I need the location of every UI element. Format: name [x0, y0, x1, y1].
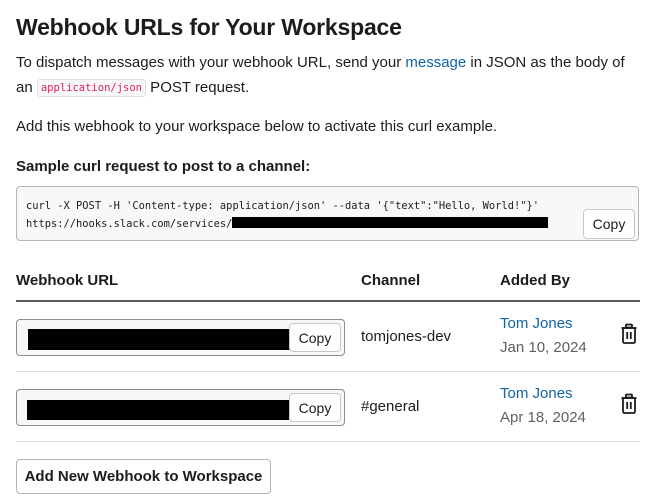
message-link[interactable]: message: [405, 54, 466, 71]
intro-text: To dispatch messages with your webhook U…: [16, 50, 640, 101]
intro-text-start: To dispatch messages with your webhook U…: [16, 54, 406, 71]
redacted-webhook-path: [232, 217, 549, 228]
intro-text-end: POST request.: [146, 79, 250, 96]
table-row: Copy #general Tom Jones Apr 18, 2024: [16, 372, 640, 442]
copy-webhook-url-button[interactable]: Copy: [289, 393, 341, 422]
added-by-user-link[interactable]: Tom Jones: [500, 383, 573, 405]
channel-name: tomjones-dev: [361, 328, 452, 345]
added-date: Apr 18, 2024: [500, 409, 586, 426]
column-header-channel: Channel: [361, 272, 421, 289]
sample-curl-code-block: curl -X POST -H 'Content-type: applicati…: [16, 186, 639, 241]
table-row: Copy tomjones-dev Tom Jones Jan 10, 2024: [16, 302, 640, 372]
added-by-user-link[interactable]: Tom Jones: [500, 313, 573, 335]
curl-line-2-prefix: https://hooks.slack.com/services/: [26, 218, 233, 230]
added-date: Jan 10, 2024: [500, 339, 587, 356]
activate-note: Add this webhook to your workspace below…: [16, 118, 498, 135]
copy-curl-button[interactable]: Copy: [583, 209, 635, 239]
content-type-code: application/json: [36, 79, 147, 97]
column-header-added-by: Added By: [500, 272, 571, 289]
curl-code-text: curl -X POST -H 'Content-type: applicati…: [26, 197, 549, 233]
redacted-webhook-url: [28, 329, 290, 350]
sample-curl-label: Sample curl request to post to a channel…: [16, 158, 311, 175]
page-title: Webhook URLs for Your Workspace: [16, 14, 402, 40]
webhook-url-field[interactable]: Copy: [16, 389, 345, 426]
row-divider: [16, 441, 640, 442]
redacted-webhook-url: [27, 400, 289, 420]
curl-line-1: curl -X POST -H 'Content-type: applicati…: [26, 200, 539, 212]
channel-name: #general: [361, 398, 420, 415]
copy-webhook-url-button[interactable]: Copy: [289, 323, 341, 352]
add-new-webhook-button[interactable]: Add New Webhook to Workspace: [16, 459, 271, 494]
webhook-url-field[interactable]: Copy: [16, 319, 345, 356]
column-header-webhook-url: Webhook URL: [16, 272, 119, 289]
trash-icon[interactable]: [620, 323, 638, 345]
trash-icon[interactable]: [620, 393, 638, 415]
